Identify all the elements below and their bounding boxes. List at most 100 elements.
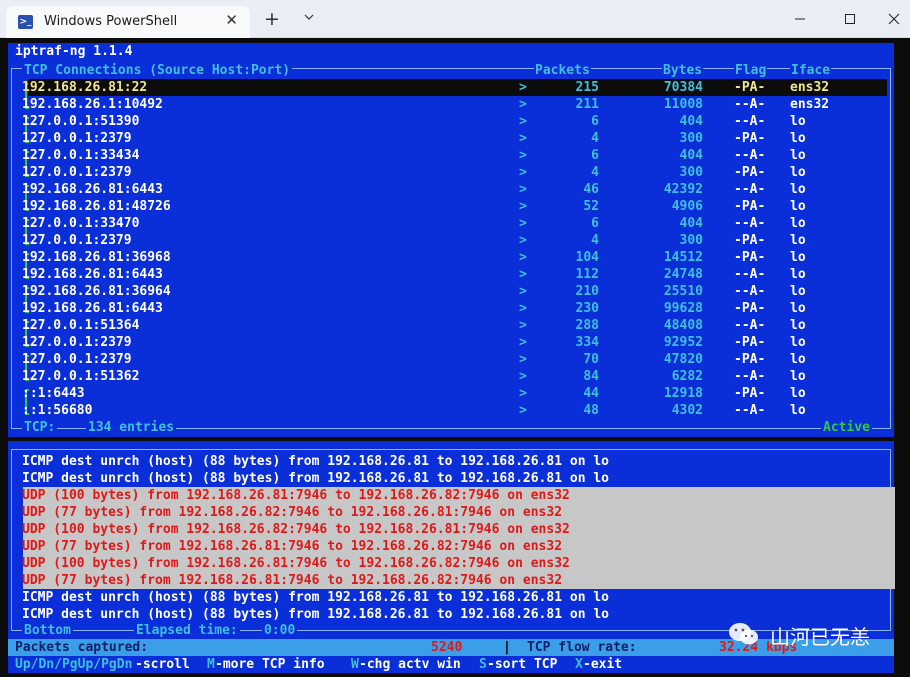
byte-count: 404 [679,148,703,163]
key-help-bar: Up/Dn/PgUp/PgDn -scroll M -more TCP info W -c… [8,656,894,673]
byte-count: 12918 [663,386,703,401]
key-hint-key: W [351,657,359,672]
packets-captured-label: Packets captured: [15,640,149,655]
packet-count: 230 [575,301,599,316]
byte-count: 99628 [663,301,703,316]
direction-indicator: > [519,182,527,197]
connection-host-port: 192.168.26.81:6443 [22,267,163,282]
direction-indicator: > [519,403,527,418]
column-header-bytes[interactable]: Bytes [662,62,704,79]
interface-name: lo [790,216,806,231]
interface-name: lo [790,301,806,316]
icmp-packet-line: ICMP dest unrch (host) (88 bytes) from 1… [22,590,609,605]
udp-packet-line: UDP (100 bytes) from 192.168.26.81:7946 … [22,488,570,503]
connection-host-port: 127.0.0.1:33470 [22,216,140,231]
tcp-flag: -PA- [734,199,766,214]
direction-indicator: > [519,97,527,112]
tab-close-icon[interactable]: ✕ [225,11,238,29]
direction-indicator: > [519,352,527,367]
byte-count: 47820 [663,352,703,367]
interface-name: lo [790,199,806,214]
other-footer-position: Bottom [22,622,73,639]
tab-windows-powershell[interactable]: >_ Windows PowerShell ✕ [6,6,250,38]
direction-indicator: > [519,318,527,333]
packet-count: 334 [575,335,599,350]
tcp-flag: -PA- [734,335,766,350]
terminal-area[interactable]: iptraf-ng 1.1.4 TCP Connections (Source … [0,38,910,677]
tcp-flag: -PA- [734,352,766,367]
connection-host-port: 127.0.0.1:2379 [22,335,132,350]
tcp-flag: --A- [734,114,766,129]
byte-count: 300 [679,165,703,180]
packet-count: 6 [591,216,599,231]
connection-host-port: 192.168.26.81:36964 [22,284,171,299]
tcp-footer-label: TCP: [22,419,58,436]
direction-indicator: > [519,369,527,384]
udp-packet-line: UDP (77 bytes) from 192.168.26.81:7946 t… [22,573,563,588]
icmp-packet-line: ICMP dest unrch (host) (88 bytes) from 1… [22,471,609,486]
direction-indicator: > [519,165,527,180]
tcp-flag: --A- [734,97,766,112]
tcp-flag: --A- [734,403,766,418]
wechat-icon [729,623,758,645]
key-hint-key: Up/Dn/PgUp/PgDn [15,657,133,672]
tcp-flag: --A- [734,182,766,197]
tcp-flag: --A- [734,284,766,299]
tcp-status-active: Active [821,419,872,436]
packet-count: 48 [583,403,599,418]
chevron-down-icon[interactable] [304,12,314,22]
tcp-entries-count: 134 entries [86,419,177,436]
close-icon[interactable] [884,9,904,29]
interface-name: lo [790,182,806,197]
key-hint-description: -exit [583,657,623,672]
interface-name: lo [790,250,806,265]
tcp-flag: --A- [734,216,766,231]
minimize-icon[interactable] [790,9,810,29]
connection-host-port: 127.0.0.1:2379 [22,233,132,248]
packet-count: 6 [591,148,599,163]
connection-host-port: 192.168.26.1:10492 [22,97,163,112]
tcp-flag: -PA- [734,301,766,316]
tcp-flag: -PA- [734,80,766,95]
direction-indicator: > [519,335,527,350]
connection-host-port: 127.0.0.1:2379 [22,165,132,180]
direction-indicator: > [519,284,527,299]
direction-indicator: > [519,80,527,95]
icmp-packet-line: ICMP dest unrch (host) (88 bytes) from 1… [22,454,609,469]
byte-count: 14512 [663,250,703,265]
connection-host-port: 192.168.26.81:6443 [22,301,163,316]
connection-host-port: 127.0.0.1:2379 [22,352,132,367]
interface-name: lo [790,165,806,180]
connection-host-port: 127.0.0.1:33434 [22,148,140,163]
tab-title: Windows PowerShell [44,14,178,29]
connection-host-port: 127.0.0.1:51362 [22,369,140,384]
plus-icon[interactable]: + [264,8,280,30]
column-header-packets[interactable]: Packets [534,62,591,79]
packet-count: 44 [583,386,599,401]
connection-host-port: 192.168.26.81:36968 [22,250,171,265]
connection-host-port: 192.168.26.81:48726 [22,199,171,214]
tcp-flag: -PA- [734,165,766,180]
packet-count: 4 [591,233,599,248]
tcp-flow-rate-label: TCP flow rate: [527,640,637,655]
direction-indicator: > [519,267,527,282]
packets-captured-value: 5240 [431,640,463,655]
key-hint-description: -sort TCP [487,657,558,672]
status-bar: Packets captured: 5240 | TCP flow rate: … [8,639,894,656]
direction-indicator: > [519,233,527,248]
byte-count: 70384 [663,80,703,95]
maximize-icon[interactable] [840,9,860,29]
packet-count: 52 [583,199,599,214]
packet-count: 4 [591,165,599,180]
tcp-flag: -PA- [734,233,766,248]
other-protocols-pane[interactable]: ICMP dest unrch (host) (88 bytes) from 1… [8,441,895,639]
byte-count: 6282 [671,369,703,384]
direction-indicator: > [519,199,527,214]
packet-count: 6 [591,114,599,129]
tcp-connections-pane[interactable]: TCP Connections (Source Host:Port) Packe… [8,60,894,437]
interface-name: lo [790,233,806,248]
byte-count: 404 [679,216,703,231]
interface-name: lo [790,335,806,350]
column-header-flag: Flag [734,62,768,79]
elapsed-time-label: Elapsed time: [134,622,240,639]
